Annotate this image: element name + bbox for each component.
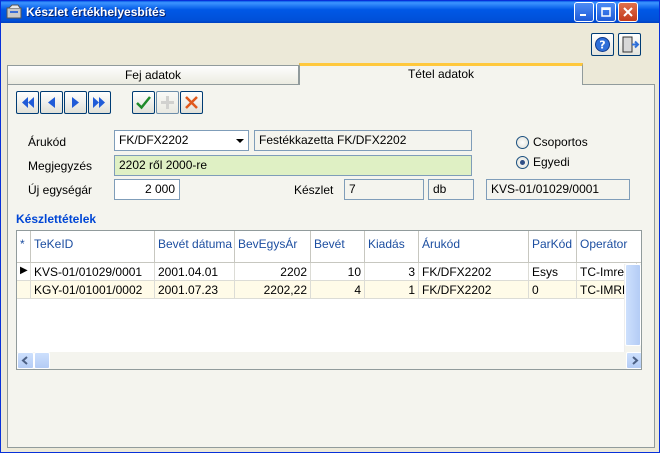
- app-icon: [6, 4, 22, 19]
- svg-text:?: ?: [599, 39, 605, 52]
- tab-tetel-adatok[interactable]: Tétel adatok: [299, 63, 583, 85]
- vertical-scrollbar[interactable]: [624, 264, 641, 352]
- row-marker: ▶: [17, 263, 31, 281]
- cell-kiadas: 3: [365, 263, 419, 281]
- tab-label: Fej adatok: [124, 68, 182, 82]
- aru-megnevezes-value: Festékkazetta FK/DFX2202: [259, 133, 407, 147]
- cell-bevet: 10: [311, 263, 365, 281]
- arukod-combo[interactable]: FK/DFX2202: [114, 130, 249, 151]
- arukod-label: Árukód: [28, 135, 67, 149]
- cell-parkod: 0: [529, 281, 577, 299]
- exit-door-icon: [622, 36, 640, 53]
- maximize-button[interactable]: [596, 2, 616, 22]
- prev-record-button[interactable]: [40, 91, 63, 114]
- cell-bevegysar: 2202,22: [235, 281, 311, 299]
- add-button[interactable]: [156, 91, 179, 114]
- cell-tekeid: KGY-01/01001/0002: [31, 281, 155, 299]
- uj-egysegar-input[interactable]: 2 000: [114, 179, 180, 200]
- csoportos-label: Csoportos: [533, 135, 588, 149]
- tab-strip: Fej adatok Tétel adatok: [7, 63, 659, 85]
- column-header[interactable]: Operátor: [577, 231, 641, 263]
- prev-icon: [48, 97, 55, 108]
- keszlet-unit-field: db: [428, 179, 474, 200]
- row-marker: [17, 281, 31, 299]
- last-icon: [93, 97, 105, 108]
- cell-parkod: Esys: [529, 263, 577, 281]
- first-record-button[interactable]: [16, 91, 39, 114]
- scroll-left-button[interactable]: [17, 352, 34, 369]
- column-header[interactable]: ParKód: [529, 231, 577, 263]
- cell-tekeid: KVS-01/01029/0001: [31, 263, 155, 281]
- last-record-button[interactable]: [88, 91, 111, 114]
- cell-arukod: FK/DFX2202: [419, 281, 529, 299]
- scroll-thumb-horizontal[interactable]: [34, 352, 50, 369]
- plus-icon: [161, 96, 174, 109]
- minimize-button[interactable]: [574, 2, 594, 22]
- title-bar[interactable]: Készlet értékhelyesbítés: [1, 1, 659, 23]
- maximize-icon: [601, 7, 611, 17]
- kvs-value: KVS-01/01029/0001: [491, 182, 600, 196]
- column-header[interactable]: TeKeID: [31, 231, 155, 263]
- first-icon: [22, 97, 34, 108]
- tab-page-tetel-adatok: Árukód FK/DFX2202 Festékkazetta FK/DFX22…: [7, 84, 655, 448]
- arukod-value: FK/DFX2202: [119, 133, 189, 147]
- megjegyzes-value: 2202 ről 2000-re: [119, 158, 208, 172]
- grid-title: Készlettételek: [16, 212, 97, 226]
- check-icon: [136, 96, 151, 110]
- uj-egysegar-value: 2 000: [144, 182, 175, 196]
- aru-megnevezes-field: Festékkazetta FK/DFX2202: [254, 130, 472, 151]
- arrow-left-icon: [21, 356, 28, 365]
- arrow-right-icon: [632, 356, 639, 365]
- tab-label: Tétel adatok: [407, 67, 475, 81]
- cell-arukod: FK/DFX2202: [419, 263, 529, 281]
- next-icon: [72, 97, 79, 108]
- help-icon: ?: [595, 37, 610, 52]
- cell-kiadas: 1: [365, 281, 419, 299]
- next-record-button[interactable]: [64, 91, 87, 114]
- kvs-field: KVS-01/01029/0001: [486, 179, 630, 200]
- delete-button[interactable]: [180, 91, 203, 114]
- column-header[interactable]: BevEgysÁr: [235, 231, 311, 263]
- column-header[interactable]: Bevét dátuma: [155, 231, 235, 263]
- keszlet-field: 7: [344, 179, 424, 200]
- cell-bevet-datuma: 2001.04.01: [155, 263, 235, 281]
- table-row[interactable]: KGY-01/01001/0002 2001.07.23 2202,22 4 1…: [17, 281, 637, 299]
- keszlet-value: 7: [349, 182, 356, 196]
- column-header[interactable]: *: [17, 231, 31, 263]
- cell-bevet: 4: [311, 281, 365, 299]
- delete-x-icon: [185, 96, 198, 109]
- megjegyzes-input[interactable]: 2202 ről 2000-re: [114, 155, 472, 176]
- keszlet-unit: db: [433, 182, 447, 196]
- grid-header: * TeKeID Bevét dátuma BevEgysÁr Bevét Ki…: [17, 231, 641, 263]
- megjegyzes-label: Megjegyzés: [28, 159, 93, 173]
- save-button[interactable]: [132, 91, 155, 114]
- egyedi-label: Egyedi: [533, 155, 570, 169]
- csoportos-radio[interactable]: [516, 136, 529, 149]
- column-header[interactable]: Bevét: [311, 231, 365, 263]
- column-header[interactable]: Árukód: [419, 231, 529, 263]
- main-window: Készlet értékhelyesbítés ? Fej adatok Té…: [0, 0, 660, 453]
- egyedi-radio[interactable]: [516, 156, 529, 169]
- scroll-thumb-vertical[interactable]: [625, 264, 641, 346]
- exit-button[interactable]: [618, 33, 641, 56]
- uj-egysegar-label: Új egységár: [28, 183, 93, 197]
- close-button[interactable]: [618, 2, 638, 22]
- keszlettetelek-grid[interactable]: * TeKeID Bevét dátuma BevEgysÁr Bevét Ki…: [16, 230, 642, 370]
- close-icon: [623, 7, 633, 17]
- table-row[interactable]: ▶ KVS-01/01029/0001 2001.04.01 2202 10 3…: [17, 263, 637, 281]
- chevron-down-icon[interactable]: [231, 131, 248, 150]
- window-title: Készlet értékhelyesbítés: [26, 5, 166, 19]
- keszlet-label: Készlet: [294, 183, 334, 197]
- tab-fej-adatok[interactable]: Fej adatok: [7, 65, 299, 85]
- cell-bevegysar: 2202: [235, 263, 311, 281]
- client-area: ? Fej adatok Tétel adatok Árukód FK/DFX2…: [5, 23, 657, 450]
- column-header[interactable]: Kiadás: [365, 231, 419, 263]
- scroll-right-button[interactable]: [626, 352, 641, 369]
- horizontal-scrollbar[interactable]: [17, 352, 641, 369]
- minimize-icon: [580, 14, 586, 16]
- help-button[interactable]: ?: [591, 33, 614, 56]
- cell-bevet-datuma: 2001.07.23: [155, 281, 235, 299]
